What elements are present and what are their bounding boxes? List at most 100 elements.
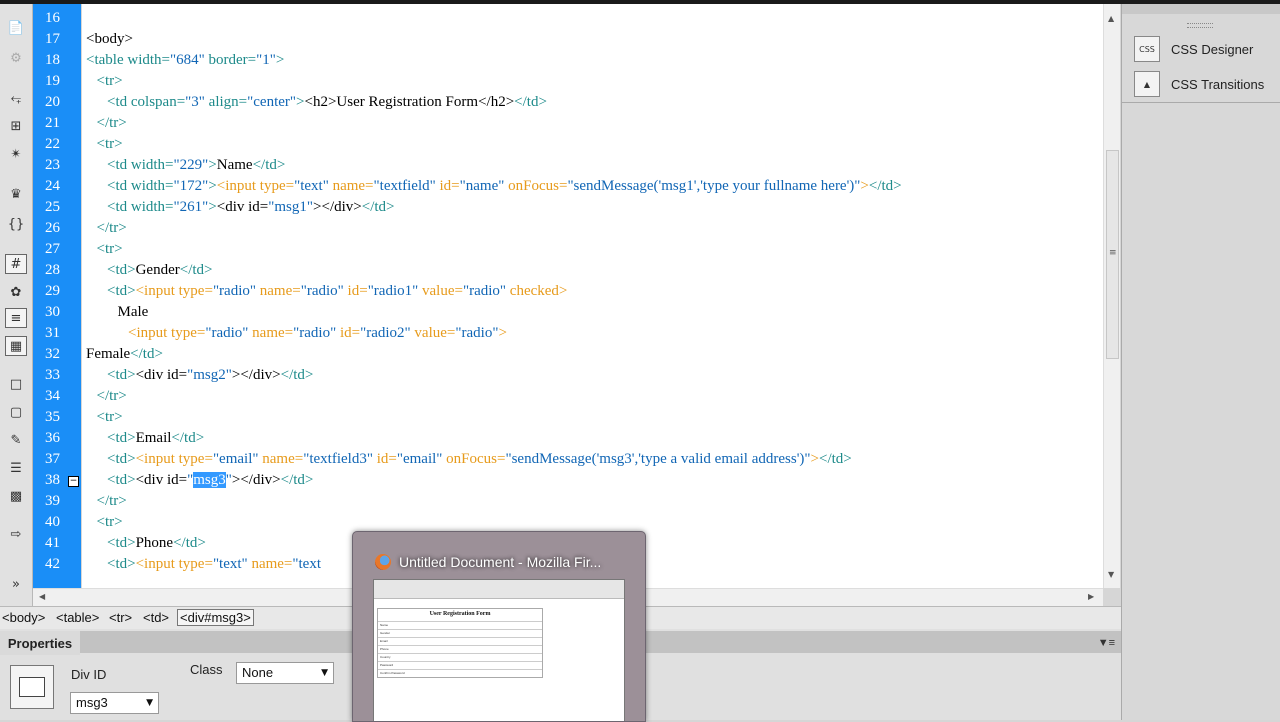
code-token: "radio" bbox=[300, 283, 344, 299]
code-token: </tr> bbox=[96, 115, 127, 131]
code-line[interactable]: <td><input type="text" name="text bbox=[107, 554, 321, 575]
scroll-up-icon[interactable]: ▲ bbox=[1108, 14, 1114, 23]
taskbar-window-preview[interactable]: Untitled Document - Mozilla Fir... User … bbox=[352, 531, 646, 722]
preview-window-title: Untitled Document - Mozilla Fir... bbox=[399, 554, 602, 570]
code-token: </tr> bbox=[96, 220, 127, 236]
code-line[interactable]: <td width="229">Name</td> bbox=[107, 155, 285, 176]
line-numbers-icon[interactable]: # bbox=[5, 254, 27, 274]
css-designer-label: CSS Designer bbox=[1171, 41, 1254, 57]
code-token: Female bbox=[86, 346, 131, 362]
code-line[interactable]: <tr> bbox=[97, 134, 123, 155]
collapse-selection-icon[interactable]: ✴ bbox=[5, 144, 27, 164]
open-documents-icon[interactable]: 📄 bbox=[5, 18, 27, 38]
select-parent-tag-icon[interactable]: ♛ bbox=[5, 184, 27, 204]
code-token: "email" bbox=[212, 451, 259, 467]
code-editor[interactable]: <body> <table width="684" border="1"> <tr>… bbox=[82, 4, 1103, 588]
code-line[interactable]: <td>Gender</td> bbox=[107, 260, 213, 281]
panel-options-icon[interactable]: ▼≡ bbox=[1098, 637, 1115, 649]
css-designer-panel-button[interactable]: CSS CSS Designer bbox=[1134, 35, 1253, 63]
vertical-scrollbar[interactable]: ▲ ≡ ▼ bbox=[1103, 4, 1120, 588]
line-number: 19 bbox=[45, 73, 60, 89]
syntax-coloring-icon[interactable]: ▦ bbox=[5, 336, 27, 356]
class-select[interactable]: None ▼ bbox=[236, 662, 334, 684]
code-token: <table bbox=[86, 52, 128, 68]
scroll-right-icon[interactable]: ▶ bbox=[1088, 592, 1094, 601]
code-token: checked> bbox=[506, 283, 568, 299]
panel-grip[interactable] bbox=[1187, 23, 1213, 28]
code-token: id= bbox=[372, 451, 397, 467]
code-line[interactable]: </tr> bbox=[97, 386, 127, 407]
more-tools-icon[interactable]: » bbox=[5, 574, 27, 594]
code-line[interactable]: <input type="radio" name="radio" id="rad… bbox=[128, 323, 507, 344]
code-line[interactable]: <tr> bbox=[97, 407, 123, 428]
tag-tr[interactable]: <tr> bbox=[109, 610, 132, 625]
code-token: > bbox=[860, 178, 869, 194]
line-number: 40 bbox=[45, 514, 60, 530]
code-token: </td> bbox=[361, 199, 395, 215]
code-line[interactable]: Male bbox=[118, 302, 149, 323]
code-line[interactable]: <tr> bbox=[97, 512, 123, 533]
code-line[interactable]: <td><div id="msg2"></div></td> bbox=[107, 365, 313, 386]
code-token: <div id= bbox=[216, 199, 269, 215]
div-id-select[interactable]: msg3 ▼ bbox=[70, 692, 159, 714]
coding-toolbar: 📄 ⚙ ⥆ ⊞ ✴ ♛ {} # ✿ ≡ ▦ □ ▢ ✎ ☰ ▩ ⇨ » bbox=[0, 4, 33, 606]
code-token: > bbox=[275, 52, 285, 68]
properties-tab[interactable]: Properties bbox=[0, 631, 80, 655]
expand-all-icon[interactable]: ⥆ bbox=[5, 88, 27, 108]
chevron-down-icon: ▼ bbox=[146, 698, 153, 708]
code-token: "684" bbox=[170, 52, 205, 68]
code-token: Email bbox=[135, 430, 172, 446]
code-line[interactable]: Female</td> bbox=[86, 344, 163, 365]
code-line[interactable]: <tr> bbox=[97, 71, 123, 92]
code-line[interactable]: <td>Phone</td> bbox=[107, 533, 206, 554]
scroll-left-icon[interactable]: ◀ bbox=[39, 592, 45, 601]
code-line[interactable]: <td><input type="email" name="textfield3… bbox=[107, 449, 852, 470]
code-line[interactable]: <td width="172"><input type="text" name=… bbox=[107, 176, 902, 197]
line-number: 30 bbox=[45, 304, 60, 320]
code-line[interactable]: <table width="684" border="1"> bbox=[86, 50, 284, 71]
code-token: value= bbox=[410, 325, 456, 341]
code-token: "261" bbox=[173, 199, 209, 215]
recent-snippets-icon[interactable]: ☰ bbox=[5, 458, 27, 478]
tag-body[interactable]: <body> bbox=[2, 610, 45, 625]
remove-comment-icon[interactable]: ▢ bbox=[5, 402, 27, 422]
code-token: <tr> bbox=[96, 73, 123, 89]
code-line[interactable]: <td colspan="3" align="center"><h2>User … bbox=[107, 92, 547, 113]
code-line[interactable]: <td><input type="radio" name="radio" id=… bbox=[107, 281, 567, 302]
code-line[interactable]: <td><div id="msg3"></div></td> bbox=[107, 470, 313, 491]
code-line[interactable]: <tr> bbox=[97, 239, 123, 260]
tag-table[interactable]: <table> bbox=[56, 610, 99, 625]
code-token: "radio" bbox=[293, 325, 337, 341]
collapse-code-icon[interactable]: − bbox=[68, 476, 79, 487]
line-number: 23 bbox=[45, 157, 60, 173]
word-wrap-icon[interactable]: ≡ bbox=[5, 308, 27, 328]
highlight-invalid-code-icon[interactable]: ✿ bbox=[5, 282, 27, 302]
apply-comment-icon[interactable]: □ bbox=[5, 374, 27, 394]
code-line[interactable]: </tr> bbox=[97, 113, 127, 134]
code-line[interactable]: <td width="261"><div id="msg1"></div></t… bbox=[107, 197, 395, 218]
code-line[interactable]: </tr> bbox=[97, 218, 127, 239]
tag-td[interactable]: <td> bbox=[143, 610, 169, 625]
file-management-icon[interactable]: ⚙ bbox=[5, 48, 27, 68]
panel-divider bbox=[1122, 102, 1280, 103]
tag-div-msg3[interactable]: <div#msg3> bbox=[177, 609, 254, 626]
wrap-tag-icon[interactable]: ✎ bbox=[5, 430, 27, 450]
move-css-icon[interactable]: ▩ bbox=[5, 486, 27, 506]
code-token: </div> bbox=[240, 472, 281, 488]
code-line[interactable]: </tr> bbox=[97, 491, 127, 512]
code-token: "textfield3" bbox=[303, 451, 373, 467]
code-line[interactable]: <body> bbox=[86, 29, 133, 50]
line-number: 25 bbox=[45, 199, 60, 215]
scroll-down-icon[interactable]: ▼ bbox=[1108, 570, 1114, 579]
collapse-full-tag-icon[interactable]: ⊞ bbox=[5, 116, 27, 136]
balance-braces-icon[interactable]: {} bbox=[5, 214, 27, 234]
panel-dock: CSS CSS Designer ▲ CSS Transitions bbox=[1121, 4, 1280, 720]
preview-form-row: Password bbox=[378, 661, 542, 667]
code-token: onFocus= bbox=[504, 178, 568, 194]
code-line[interactable]: <td>Email</td> bbox=[107, 428, 204, 449]
css-transitions-panel-button[interactable]: ▲ CSS Transitions bbox=[1134, 70, 1264, 98]
firefox-icon bbox=[375, 554, 391, 570]
files-panel-tab[interactable] bbox=[1122, 4, 1280, 14]
indent-code-icon[interactable]: ⇨ bbox=[5, 524, 27, 544]
code-token: <td> bbox=[107, 367, 136, 383]
